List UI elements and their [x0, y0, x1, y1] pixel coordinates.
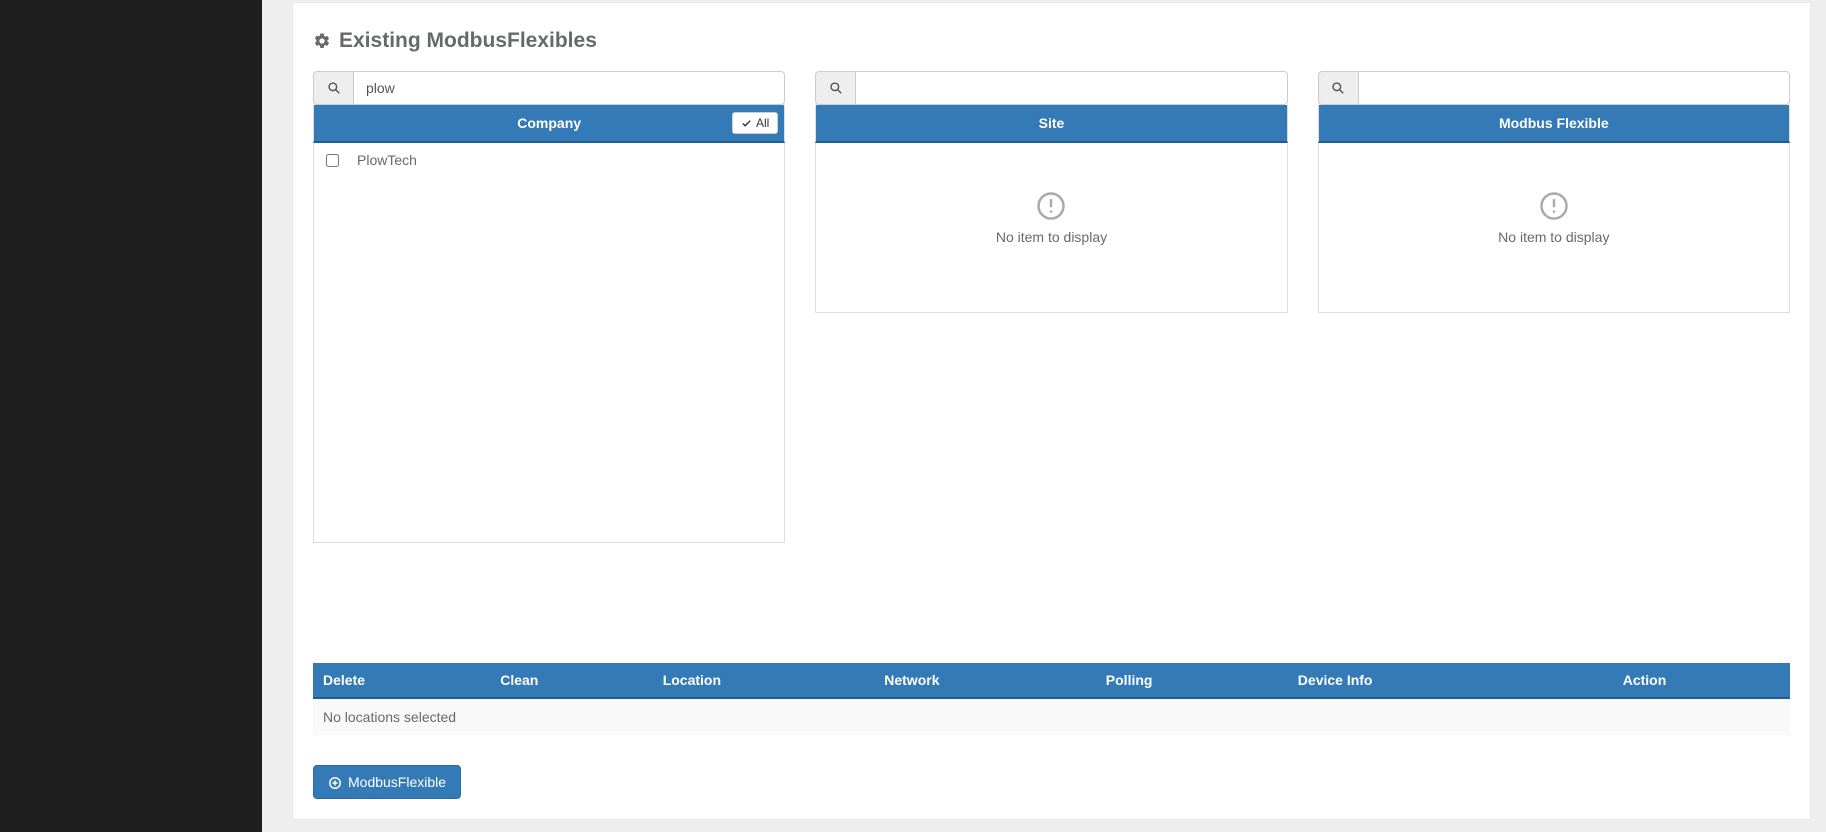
- main-content-area: Existing ModbusFlexibles Company: [262, 0, 1826, 832]
- exclamation-circle-icon: [1036, 191, 1066, 221]
- table-header-location[interactable]: Location: [653, 663, 875, 698]
- table-header-device-info[interactable]: Device Info: [1288, 663, 1613, 698]
- plus-circle-icon: [328, 774, 342, 790]
- modbus-column: Modbus Flexible No item to display: [1318, 71, 1790, 543]
- company-item-checkbox[interactable]: [326, 154, 339, 167]
- select-all-button[interactable]: All: [732, 112, 778, 134]
- company-search-row: [313, 71, 785, 105]
- table-header-clean[interactable]: Clean: [490, 663, 652, 698]
- site-search-row: [815, 71, 1287, 105]
- site-search-input[interactable]: [855, 71, 1287, 105]
- site-column: Site No item to display: [815, 71, 1287, 543]
- site-list: No item to display: [815, 143, 1287, 313]
- site-empty-text: No item to display: [996, 229, 1107, 245]
- sidebar-navigation: [0, 0, 262, 832]
- table-header-action[interactable]: Action: [1613, 663, 1790, 698]
- page-title: Existing ModbusFlexibles: [339, 29, 597, 53]
- company-list-item[interactable]: PlowTech: [314, 143, 784, 177]
- check-icon: [741, 116, 752, 130]
- modbus-empty-text: No item to display: [1498, 229, 1609, 245]
- site-empty-state: No item to display: [816, 143, 1286, 265]
- search-icon: [1318, 71, 1358, 105]
- table-header-delete[interactable]: Delete: [313, 663, 490, 698]
- modbus-search-row: [1318, 71, 1790, 105]
- search-icon: [815, 71, 855, 105]
- company-search-input[interactable]: [353, 71, 785, 105]
- table-header-row: Delete Clean Location Network Polling De…: [313, 663, 1790, 698]
- company-list: PlowTech: [313, 143, 785, 543]
- modbus-header: Modbus Flexible: [1318, 105, 1790, 143]
- modbus-header-label: Modbus Flexible: [1499, 115, 1609, 131]
- company-item-label: PlowTech: [357, 152, 417, 168]
- page-heading: Existing ModbusFlexibles: [313, 29, 1790, 53]
- company-header-label: Company: [517, 115, 581, 131]
- table-header-network[interactable]: Network: [874, 663, 1096, 698]
- modbus-list: No item to display: [1318, 143, 1790, 313]
- exclamation-circle-icon: [1539, 191, 1569, 221]
- site-header: Site: [815, 105, 1287, 143]
- add-modbus-label: ModbusFlexible: [348, 774, 446, 790]
- all-button-label: All: [756, 116, 769, 130]
- details-table: Delete Clean Location Network Polling De…: [313, 663, 1790, 735]
- search-icon: [313, 71, 353, 105]
- company-column: Company All PlowTech: [313, 71, 785, 543]
- modbus-search-input[interactable]: [1358, 71, 1790, 105]
- company-header: Company All: [313, 105, 785, 143]
- table-row: No locations selected: [313, 698, 1790, 735]
- main-panel: Existing ModbusFlexibles Company: [292, 2, 1811, 820]
- table-header-polling[interactable]: Polling: [1096, 663, 1288, 698]
- table-empty-text: No locations selected: [313, 698, 1790, 735]
- modbus-empty-state: No item to display: [1319, 143, 1789, 265]
- site-header-label: Site: [1039, 115, 1065, 131]
- gear-icon: [313, 29, 331, 53]
- add-modbusflexible-button[interactable]: ModbusFlexible: [313, 765, 461, 799]
- filter-columns: Company All PlowTech: [313, 71, 1790, 543]
